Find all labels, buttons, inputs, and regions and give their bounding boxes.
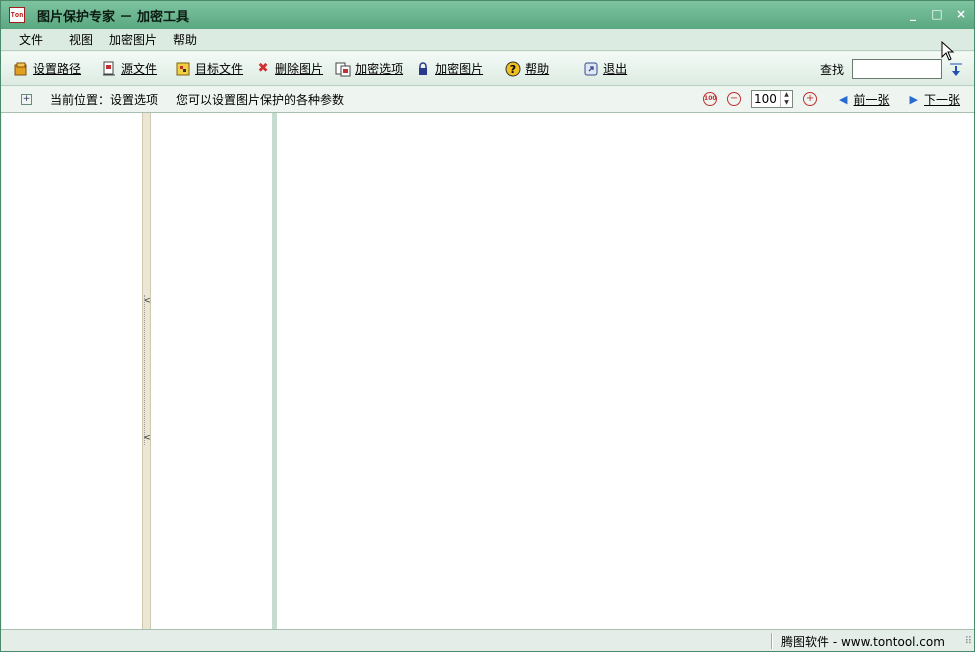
- prev-arrow-icon: ◀: [839, 92, 848, 106]
- status-separator: [771, 633, 773, 649]
- minimize-button[interactable]: _: [906, 7, 920, 21]
- middle-pane[interactable]: [151, 113, 272, 629]
- next-arrow-icon: ▶: [909, 92, 918, 106]
- resize-grip-icon[interactable]: ⠿: [965, 636, 972, 647]
- zoom-value[interactable]: 100: [752, 92, 780, 106]
- help-button[interactable]: ? 帮助: [505, 58, 549, 80]
- navigation-area: 100 − 100 ▲ ▼ + ◀ 前一张 ▶ 下一张: [693, 90, 960, 108]
- status-text: 腾图软件 - www.tontool.com: [781, 635, 945, 649]
- collapse-arrow-icon-2[interactable]: <: [143, 433, 151, 443]
- current-location: 当前位置：设置选项: [50, 93, 159, 107]
- encrypt-options-label: 加密选项: [355, 62, 404, 76]
- preview-pane[interactable]: [277, 113, 974, 629]
- splitter-grip[interactable]: [144, 295, 150, 445]
- exit-label: 退出: [603, 62, 628, 76]
- exit-button[interactable]: 退出: [583, 58, 627, 80]
- help-icon: ?: [505, 61, 521, 77]
- next-image-label: 下一张: [923, 92, 960, 107]
- delete-image-button[interactable]: ✖ 删除图片: [255, 58, 323, 80]
- delete-icon: ✖: [257, 61, 269, 76]
- encrypt-image-button[interactable]: 加密图片: [415, 58, 483, 80]
- title-bar[interactable]: Ton 图片保护专家 － 加密工具 _ □ ×: [1, 1, 974, 29]
- app-icon[interactable]: Ton: [9, 7, 25, 23]
- target-file-button[interactable]: 目标文件: [175, 58, 243, 80]
- search-label: 查找: [819, 62, 844, 77]
- exit-icon: [583, 61, 599, 77]
- zoom-spin-icon[interactable]: ▲ ▼: [780, 91, 792, 107]
- encrypt-image-label: 加密图片: [435, 62, 484, 76]
- folder-key-icon: [13, 61, 29, 77]
- window-controls: _ □ ×: [906, 7, 968, 21]
- set-path-label: 设置路径: [33, 62, 82, 76]
- zoom-in-icon[interactable]: +: [803, 92, 818, 106]
- source-file-icon: [101, 61, 117, 77]
- lock-icon: [415, 61, 431, 77]
- menu-bar: 文件 视图 加密图片 帮助: [1, 29, 974, 51]
- left-pane[interactable]: [2, 113, 142, 629]
- target-file-label: 目标文件: [195, 62, 244, 76]
- toolbar: 设置路径 源文件 目标文件 ✖ 删除图片 加密选项 加密图片 ? 帮助 退出 查…: [1, 52, 974, 86]
- actual-size-icon[interactable]: 100: [703, 92, 718, 106]
- pane-splitter[interactable]: < <: [142, 113, 151, 629]
- encrypt-options-button[interactable]: 加密选项: [335, 58, 403, 80]
- zoom-out-icon[interactable]: −: [727, 92, 742, 106]
- prev-image-button[interactable]: ◀ 前一张: [839, 91, 889, 108]
- source-file-button[interactable]: 源文件: [101, 58, 157, 80]
- prev-image-label: 前一张: [853, 92, 890, 107]
- maximize-button[interactable]: □: [930, 7, 944, 21]
- target-file-icon: [175, 61, 191, 77]
- search-input[interactable]: [852, 59, 942, 79]
- status-bar: 腾图软件 - www.tontool.com ⠿: [1, 629, 974, 651]
- set-path-button[interactable]: 设置路径: [13, 58, 81, 80]
- location-bar: + 当前位置：设置选项 您可以设置图片保护的各种参数 100 − 100 ▲ ▼ …: [1, 87, 974, 113]
- window-title: 图片保护专家 － 加密工具: [37, 9, 190, 25]
- next-image-button[interactable]: ▶ 下一张: [910, 91, 960, 108]
- close-button[interactable]: ×: [954, 7, 968, 21]
- options-icon: [335, 61, 351, 77]
- help-label: 帮助: [525, 62, 550, 76]
- app-window: Ton 图片保护专家 － 加密工具 _ □ × 文件 视图 加密图片 帮助 设置…: [0, 0, 975, 652]
- menu-encrypt[interactable]: 加密图片: [101, 31, 165, 48]
- svg-text:?: ?: [510, 63, 516, 76]
- menu-view[interactable]: 视图: [61, 31, 101, 48]
- delete-image-label: 删除图片: [275, 62, 324, 76]
- source-file-label: 源文件: [121, 62, 158, 76]
- expand-toggle-icon[interactable]: +: [21, 94, 32, 105]
- search-area: 查找: [820, 59, 964, 79]
- menu-file[interactable]: 文件: [11, 31, 51, 48]
- mouse-cursor-icon: [941, 41, 955, 61]
- search-go-icon[interactable]: [948, 60, 964, 78]
- menu-help[interactable]: 帮助: [165, 31, 205, 48]
- location-description: 您可以设置图片保护的各种参数: [176, 93, 345, 107]
- zoom-stepper[interactable]: 100 ▲ ▼: [751, 90, 794, 108]
